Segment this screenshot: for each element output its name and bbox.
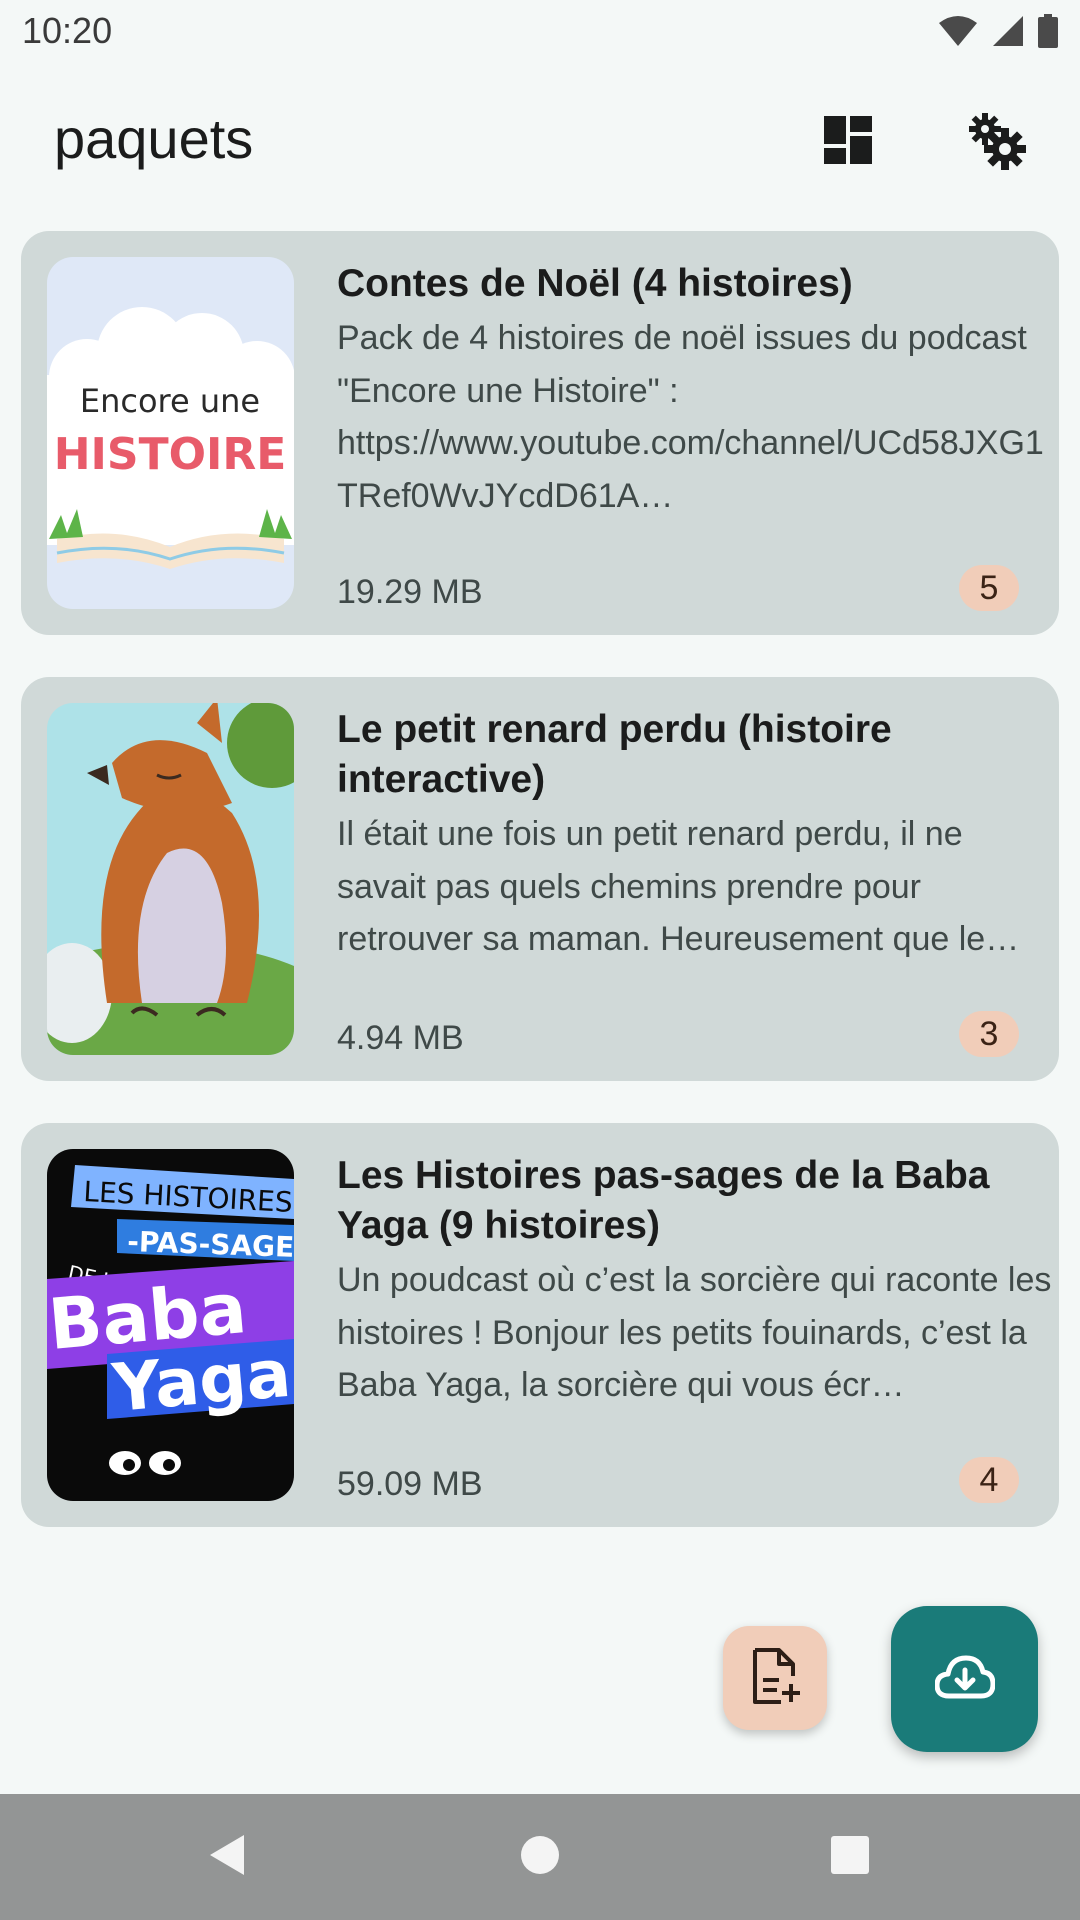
- dashboard-view-button[interactable]: [810, 104, 886, 180]
- pack-size: 59.09 MB: [337, 1465, 483, 1503]
- pack-size: 4.94 MB: [337, 1019, 464, 1057]
- cover-text-line2: HISTOIRE: [54, 429, 287, 480]
- pack-size: 19.29 MB: [337, 573, 483, 611]
- pack-title: Les Histoires pas-sages de la Baba Yaga …: [337, 1154, 990, 1247]
- download-pack-button[interactable]: [891, 1606, 1038, 1752]
- add-pack-file-button[interactable]: [723, 1626, 827, 1730]
- app-bar: paquets: [0, 70, 1080, 210]
- pack-title: Le petit renard perdu (histoire interact…: [337, 708, 892, 801]
- dashboard-icon: [823, 115, 873, 170]
- pack-cover-image: LES HISTOIRES -PAS-SAGES DE LA Baba Yaga: [47, 1149, 294, 1501]
- status-time: 10:20: [22, 10, 113, 51]
- settings-gears-icon: [966, 110, 1026, 175]
- back-button[interactable]: [186, 1817, 266, 1897]
- cover-text-line2: -PAS-SAGES: [127, 1225, 294, 1265]
- settings-button[interactable]: [958, 104, 1034, 180]
- battery-icon: [1038, 14, 1058, 48]
- home-button[interactable]: [500, 1817, 580, 1897]
- recents-button[interactable]: [810, 1817, 890, 1897]
- back-icon: [206, 1833, 246, 1882]
- cloud-download-icon: [934, 1654, 995, 1705]
- story-count-badge: 5: [959, 565, 1019, 611]
- note-add-icon: [749, 1647, 801, 1709]
- pack-card[interactable]: Encore une HISTOIRE Contes de Noël (4 hi…: [21, 231, 1059, 635]
- pack-card[interactable]: Le petit renard perdu (histoire interact…: [21, 677, 1059, 1081]
- status-icons: [938, 14, 1058, 48]
- page-title: paquets: [54, 107, 254, 170]
- pack-cover-image: [47, 703, 294, 1055]
- story-count-badge: 4: [959, 1457, 1019, 1503]
- cover-text-line5: Yaga: [109, 1335, 294, 1427]
- pack-card[interactable]: LES HISTOIRES -PAS-SAGES DE LA Baba Yaga…: [21, 1123, 1059, 1527]
- cover-text-line1: Encore une: [80, 382, 260, 420]
- story-count-badge: 3: [959, 1011, 1019, 1057]
- pack-description: Un poudcast où c’est la sorcière qui rac…: [337, 1261, 1052, 1404]
- pack-title: Contes de Noël (4 histoires): [337, 262, 853, 305]
- recents-icon: [830, 1835, 870, 1880]
- pack-description: Pack de 4 histoires de noël issues du po…: [337, 319, 1044, 515]
- status-bar: 10:20: [0, 0, 1080, 62]
- cellular-signal-icon: [992, 15, 1024, 47]
- system-navigation-bar: [0, 1794, 1080, 1920]
- pack-description: Il était une fois un petit renard perdu,…: [337, 815, 1020, 958]
- wifi-icon: [938, 15, 978, 47]
- pack-cover-image: Encore une HISTOIRE: [47, 257, 294, 609]
- home-icon: [520, 1835, 560, 1880]
